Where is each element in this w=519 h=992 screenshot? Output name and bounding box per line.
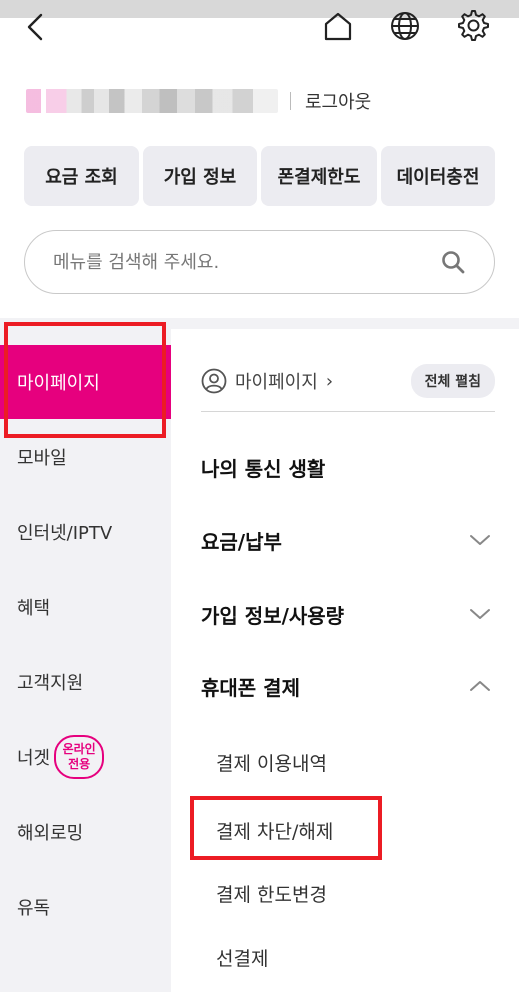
main-panel: 마이페이지 › 전체 펼침 나의 통신 생활 요금/납부 가입 정보/사용량 휴… — [171, 329, 519, 992]
globe-icon — [391, 12, 419, 40]
user-name-redacted — [26, 89, 278, 113]
sidebar-item-nugget-label: 너겟 — [17, 748, 51, 769]
logout-link[interactable]: 로그아웃 — [305, 88, 371, 114]
user-profile-icon — [201, 368, 227, 394]
search-box — [24, 230, 495, 294]
menu-section-billing[interactable]: 요금/납부 — [201, 520, 495, 560]
back-button[interactable] — [18, 8, 52, 46]
menu-section-my-telecom[interactable]: 나의 통신 생활 — [201, 447, 495, 487]
breadcrumb-divider — [201, 411, 495, 412]
quick-billing-button[interactable]: 요금 조회 — [24, 146, 139, 206]
menu-section-label: 휴대폰 결제 — [201, 675, 300, 700]
chevron-down-icon — [470, 535, 490, 545]
sidebar-item-mypage[interactable]: 마이페이지 — [0, 345, 171, 419]
gear-icon — [458, 10, 489, 41]
section-separator — [0, 318, 519, 329]
search-icon[interactable] — [440, 249, 466, 275]
submenu-payment-limit-change[interactable]: 결제 한도변경 — [216, 873, 327, 913]
home-icon — [324, 12, 352, 41]
quick-data-charge-button[interactable]: 데이터충전 — [381, 146, 495, 206]
sidebar-item-support[interactable]: 고객지원 — [0, 645, 171, 719]
chevron-left-icon — [27, 13, 43, 41]
breadcrumb-mypage-link[interactable]: 마이페이지 — [235, 368, 318, 394]
quick-payment-limit-button[interactable]: 폰결제한도 — [261, 146, 377, 206]
online-only-badge: 온라인 전용 — [54, 735, 105, 779]
expand-all-button[interactable]: 전체 펼침 — [410, 364, 495, 398]
submenu-payment-history[interactable]: 결제 이용내역 — [216, 742, 327, 782]
menu-section-label: 가입 정보/사용량 — [201, 603, 345, 628]
submenu-prepayment[interactable]: 선결제 — [216, 937, 268, 977]
user-row: 로그아웃 — [26, 86, 371, 116]
menu-section-phone-payment[interactable]: 휴대폰 결제 — [201, 666, 495, 706]
quick-menu: 요금 조회 가입 정보 폰결제한도 데이터충전 — [24, 146, 495, 206]
menu-section-label: 요금/납부 — [201, 529, 282, 554]
sidebar: 마이페이지 모바일 인터넷/IPTV 혜택 고객지원 너겟 온라인 전용 해외로… — [0, 329, 171, 992]
breadcrumb: 마이페이지 › 전체 펼침 — [201, 359, 495, 403]
quick-subscription-button[interactable]: 가입 정보 — [143, 146, 257, 206]
badge-line-1: 온라인 — [62, 742, 96, 756]
menu-section-subscription-usage[interactable]: 가입 정보/사용량 — [201, 594, 495, 634]
chevron-up-icon — [470, 681, 490, 691]
sidebar-item-benefits[interactable]: 혜택 — [0, 570, 171, 644]
language-button[interactable] — [385, 6, 425, 46]
chevron-down-icon — [470, 609, 490, 619]
menu-section-label: 나의 통신 생활 — [201, 456, 326, 481]
sidebar-item-subscribe[interactable]: 유독 — [0, 870, 171, 944]
home-button[interactable] — [318, 6, 358, 46]
sidebar-item-nugget[interactable]: 너겟 온라인 전용 — [0, 720, 171, 794]
user-divider — [290, 92, 291, 110]
sidebar-item-internet-iptv[interactable]: 인터넷/IPTV — [0, 495, 171, 569]
badge-line-2: 전용 — [68, 757, 91, 771]
chevron-right-icon: › — [325, 370, 334, 392]
sidebar-item-roaming[interactable]: 해외로밍 — [0, 795, 171, 869]
settings-button[interactable] — [453, 6, 493, 46]
submenu-payment-block-unblock[interactable]: 결제 차단/해제 — [216, 810, 333, 850]
top-bar — [0, 0, 519, 50]
sidebar-item-mobile[interactable]: 모바일 — [0, 420, 171, 494]
search-input[interactable] — [53, 251, 440, 273]
